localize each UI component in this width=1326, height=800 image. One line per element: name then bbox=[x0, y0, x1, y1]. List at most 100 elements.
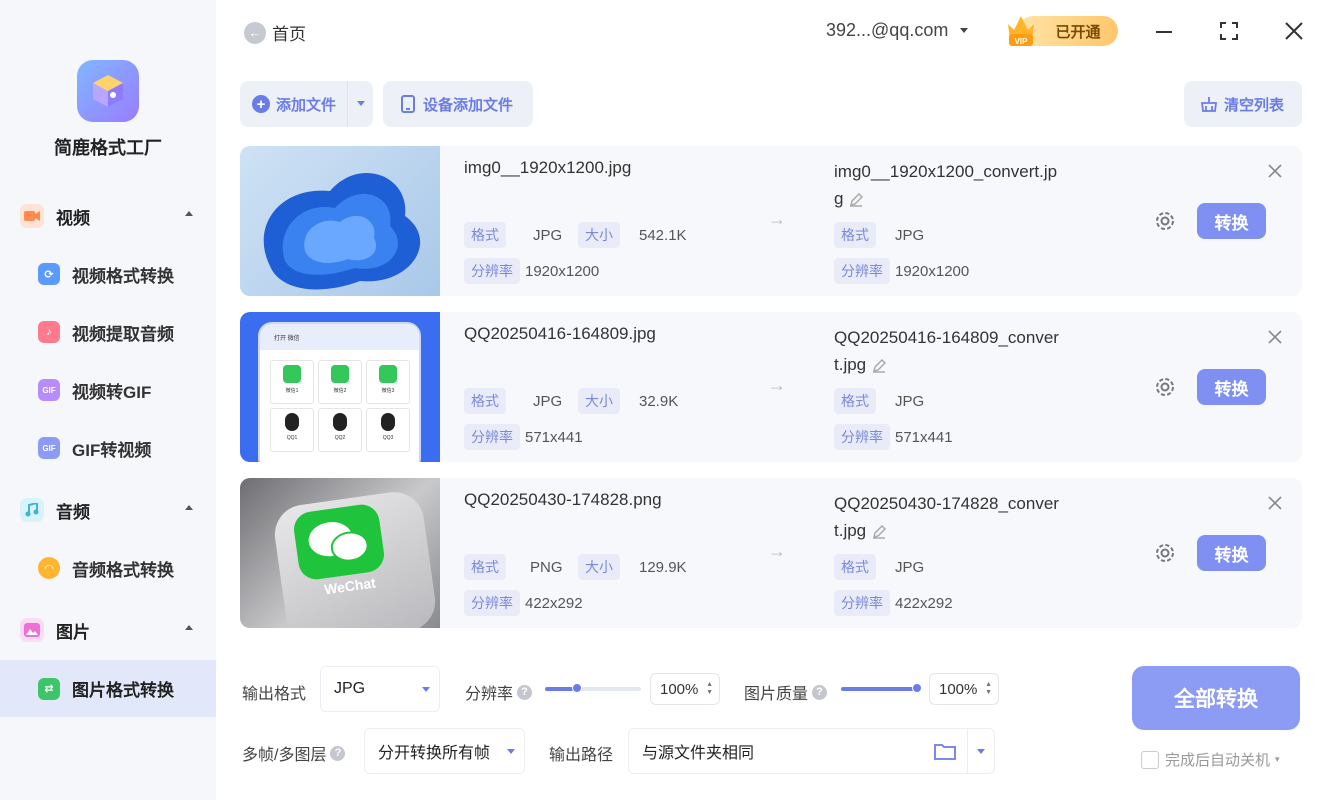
help-icon[interactable]: ? bbox=[812, 684, 828, 700]
convert-button[interactable]: 转换 bbox=[1197, 535, 1266, 571]
minimize-button[interactable] bbox=[1151, 18, 1177, 44]
minimize-icon bbox=[1156, 31, 1172, 33]
maximize-button[interactable] bbox=[1216, 18, 1242, 44]
quality-slider[interactable] bbox=[841, 683, 922, 693]
resolution-slider[interactable] bbox=[545, 683, 641, 693]
convert-button[interactable]: 转换 bbox=[1197, 369, 1266, 405]
home-link[interactable]: ← 首页 bbox=[244, 20, 306, 45]
image-section-icon bbox=[20, 618, 44, 642]
close-window-button[interactable] bbox=[1281, 18, 1307, 44]
format-tag: 格式 bbox=[464, 554, 506, 580]
section-image[interactable]: 图片 bbox=[20, 616, 193, 644]
collapse-caret-icon[interactable] bbox=[185, 625, 193, 630]
slider-handle[interactable] bbox=[572, 683, 582, 693]
add-file-dropdown-icon[interactable] bbox=[357, 101, 365, 106]
phone-header: 打开 微信 bbox=[260, 324, 419, 350]
stepper-icon[interactable]: ▲ ▼ bbox=[985, 681, 992, 697]
output-name[interactable]: QQ20250430-174828_convert.jpg bbox=[834, 490, 1064, 544]
size-tag: 大小 bbox=[578, 222, 620, 248]
remove-file-icon[interactable] bbox=[1266, 494, 1284, 512]
file-row: 打开 微信 微信1 微信2 微信3 QQ1 QQ2 QQ3 QQ20250416… bbox=[240, 312, 1302, 462]
sidebar-item-image-convert[interactable]: ⇄ 图片格式转换 bbox=[0, 660, 216, 717]
output-name-text: QQ20250430-174828_convert.jpg bbox=[834, 494, 1059, 540]
auto-shutdown-toggle[interactable]: 完成后自动关机 ▾ bbox=[1141, 749, 1280, 770]
remove-file-icon[interactable] bbox=[1266, 328, 1284, 346]
output-format-label: 输出格式 bbox=[242, 686, 307, 703]
output-resolution: 1920x1200 bbox=[895, 263, 970, 280]
slider-handle[interactable] bbox=[912, 683, 922, 693]
help-icon[interactable]: ? bbox=[330, 745, 346, 761]
device-add-label: 设备添加文件 bbox=[423, 96, 514, 114]
app-card: QQ1 bbox=[270, 408, 314, 452]
app-card: 微信2 bbox=[318, 360, 362, 404]
resolution-tag: 分辨率 bbox=[464, 424, 520, 450]
vip-crown-text: VIP bbox=[1015, 37, 1029, 46]
sidebar: 简鹿格式工厂 视频 ⟳ 视频格式转换 ♪ 视频提取音频 GIF 视频转GIF G… bbox=[0, 0, 216, 800]
output-name-text: QQ20250416-164809_convert.jpg bbox=[834, 328, 1059, 374]
video-section-icon bbox=[20, 204, 44, 228]
chevron-down-icon bbox=[413, 667, 439, 711]
pencil-icon[interactable] bbox=[872, 358, 887, 373]
stepper-icon[interactable]: ▲ ▼ bbox=[706, 681, 713, 697]
sidebar-item-label: 视频格式转换 bbox=[72, 266, 174, 286]
video-convert-icon: ⟳ bbox=[38, 263, 60, 285]
output-format-select[interactable]: JPG bbox=[320, 666, 440, 712]
section-audio[interactable]: 音频 bbox=[20, 496, 193, 524]
source-resolution: 422x292 bbox=[525, 595, 583, 612]
sidebar-item-extract-audio[interactable]: ♪ 视频提取音频 bbox=[0, 304, 216, 360]
collapse-caret-icon[interactable] bbox=[185, 211, 193, 216]
gear-icon[interactable] bbox=[1152, 374, 1178, 400]
auto-shutdown-checkbox[interactable] bbox=[1141, 750, 1159, 769]
gear-icon[interactable] bbox=[1152, 208, 1178, 234]
vip-badge[interactable]: 已开通 VIP bbox=[1004, 14, 1118, 48]
gear-icon[interactable] bbox=[1152, 540, 1178, 566]
source-resolution: 1920x1200 bbox=[525, 263, 600, 280]
output-name[interactable]: img0__1920x1200_convert.jpg bbox=[834, 158, 1064, 212]
clear-list-button[interactable]: 清空列表 bbox=[1184, 81, 1302, 127]
broom-icon bbox=[1200, 97, 1218, 112]
gif-video-icon: GIF bbox=[38, 437, 60, 459]
convert-button[interactable]: 转换 bbox=[1197, 203, 1266, 239]
quality-input[interactable]: 100% ▲ ▼ bbox=[929, 673, 999, 705]
chevron-down-icon bbox=[960, 28, 969, 33]
file-row: WeChat QQ20250430-174828.png 格式 PNG 大小 1… bbox=[240, 478, 1302, 628]
output-name[interactable]: QQ20250416-164809_convert.jpg bbox=[834, 324, 1064, 378]
auto-shutdown-label: 完成后自动关机 bbox=[1165, 752, 1271, 769]
file-name: QQ20250430-174828.png bbox=[464, 490, 662, 509]
gif-icon: GIF bbox=[38, 379, 60, 401]
file-thumbnail: WeChat bbox=[240, 478, 440, 628]
output-path-select[interactable]: 与源文件夹相同 bbox=[628, 728, 995, 774]
section-video[interactable]: 视频 bbox=[20, 202, 193, 230]
sidebar-item-video-to-gif[interactable]: GIF 视频转GIF bbox=[0, 362, 216, 418]
file-thumbnail: 打开 微信 微信1 微信2 微信3 QQ1 QQ2 QQ3 bbox=[240, 312, 440, 462]
folder-icon[interactable] bbox=[934, 742, 956, 760]
add-file-button[interactable]: + 添加文件 bbox=[240, 81, 373, 127]
resolution-tag: 分辨率 bbox=[834, 590, 890, 616]
help-icon[interactable]: ? bbox=[517, 684, 533, 700]
sidebar-item-label: 图片格式转换 bbox=[72, 681, 174, 700]
pencil-icon[interactable] bbox=[872, 524, 887, 539]
resolution-tag: 分辨率 bbox=[834, 258, 890, 284]
multiframe-label: 多帧/多图层 ? bbox=[242, 741, 346, 765]
remove-file-icon[interactable] bbox=[1266, 162, 1284, 180]
device-add-file-button[interactable]: 设备添加文件 bbox=[383, 81, 533, 127]
pencil-icon[interactable] bbox=[849, 192, 864, 207]
file-name: img0__1920x1200.jpg bbox=[464, 158, 632, 177]
account-dropdown[interactable]: 392...@qq.com bbox=[826, 20, 969, 41]
format-tag: 格式 bbox=[834, 554, 876, 580]
vip-status: 已开通 bbox=[1055, 23, 1101, 41]
resolution-input[interactable]: 100% ▲ ▼ bbox=[650, 673, 720, 705]
sidebar-item-gif-to-video[interactable]: GIF GIF转视频 bbox=[0, 420, 216, 476]
sidebar-item-video-convert[interactable]: ⟳ 视频格式转换 bbox=[0, 246, 216, 302]
phone-screenshot: 打开 微信 微信1 微信2 微信3 QQ1 QQ2 QQ3 bbox=[258, 322, 421, 462]
resolution-tag: 分辨率 bbox=[464, 258, 520, 284]
collapse-caret-icon[interactable] bbox=[185, 505, 193, 510]
section-label: 图片 bbox=[56, 622, 90, 642]
sidebar-item-audio-convert[interactable]: ◠ 音频格式转换 bbox=[0, 540, 216, 596]
home-label: 首页 bbox=[272, 25, 306, 44]
convert-all-button[interactable]: 全部转换 bbox=[1132, 666, 1300, 730]
cube-logo-icon bbox=[93, 75, 123, 107]
sidebar-item-label: 视频转GIF bbox=[72, 382, 152, 402]
multiframe-select[interactable]: 分开转换所有帧 bbox=[364, 728, 525, 774]
vip-crown-icon: VIP bbox=[1008, 16, 1034, 46]
